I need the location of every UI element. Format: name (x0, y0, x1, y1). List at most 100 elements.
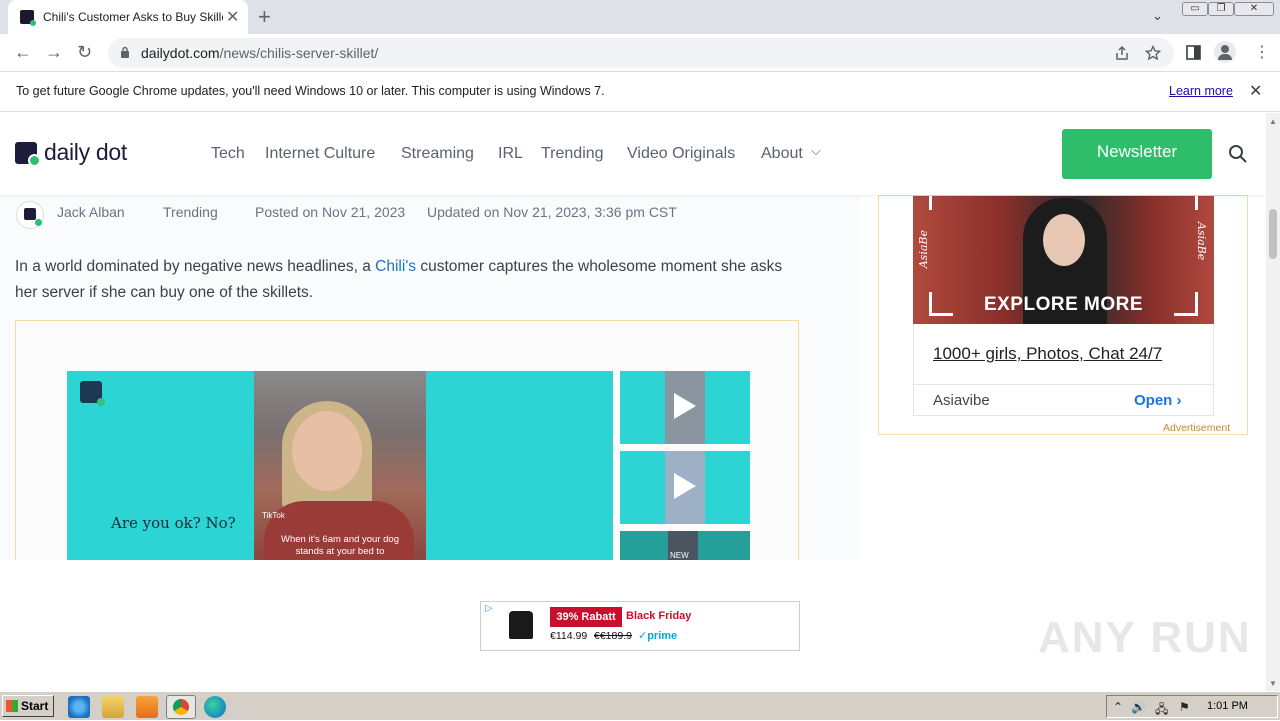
author-avatar[interactable] (16, 201, 44, 229)
ad-face (1043, 214, 1085, 266)
dailydot-favicon-icon (20, 10, 36, 26)
ad-headline[interactable]: 1000+ girls, Photos, Chat 24/7 (933, 344, 1162, 364)
media-player-icon[interactable] (136, 696, 158, 718)
scroll-down-icon[interactable]: ▼ (1269, 679, 1277, 688)
nav-internet-culture[interactable]: Internet Culture (265, 145, 375, 163)
tab-strip: Chili's Customer Asks to Buy Skillet A ✕… (0, 0, 1280, 34)
black-friday-label: Black Friday (626, 610, 692, 622)
reload-icon[interactable]: ↻ (77, 42, 92, 63)
category-link[interactable]: Trending (163, 204, 218, 220)
adchoices-icon[interactable]: ▷ (485, 603, 493, 614)
page-scrollbar[interactable]: ▲ ▼ (1266, 113, 1280, 691)
tab-close-icon[interactable]: ✕ (226, 7, 239, 27)
site-logo-text[interactable]: daily dot (44, 139, 127, 166)
new-tab-icon[interactable]: + (258, 4, 271, 30)
chilis-link[interactable]: Chili's (375, 258, 416, 275)
lede-text-1: In a world dominated by negative news he… (15, 258, 376, 275)
web-page: daily dot Tech Internet Culture Streamin… (0, 113, 1266, 691)
sale-price: €114.99 (550, 630, 588, 642)
nav-irl[interactable]: IRL (498, 145, 523, 163)
frame-corner (929, 196, 953, 210)
tab-title: Chili's Customer Asks to Buy Skillet A (43, 10, 223, 24)
playlist-thumb-1[interactable] (620, 371, 750, 444)
prime-logo: ✓prime (638, 630, 678, 642)
profile-icon[interactable] (1214, 41, 1236, 63)
nav-streaming[interactable]: Streaming (401, 145, 474, 163)
address-bar[interactable]: dailydot.com/news/chilis-server-skillet/ (108, 38, 1174, 68)
ad-advertiser: Asiavibe (933, 392, 990, 409)
chevron-right-icon: › (1176, 392, 1182, 409)
ad-open-button[interactable]: Open › (1134, 392, 1182, 409)
url-host: dailydot.com (141, 45, 220, 61)
browser-toolbar: ← → ↻ dailydot.com/news/chilis-server-sk… (0, 34, 1280, 72)
system-tray: ⌃ 🔊 🖧 ⚑ 1:01 PM (1106, 695, 1278, 718)
play-icon (674, 393, 696, 419)
browser-tab[interactable]: Chili's Customer Asks to Buy Skillet A ✕ (8, 0, 248, 34)
updated-date: Updated on Nov 21, 2023, 3:36 pm CST (427, 204, 677, 220)
forward-icon[interactable]: → (45, 42, 63, 63)
maximize-icon[interactable]: ❐ (1208, 2, 1234, 16)
air-fryer-image (509, 611, 533, 639)
banner-ad[interactable]: ▷ 39% Rabatt Black Friday €114.99 €€189.… (480, 601, 800, 651)
sidebar-ad[interactable]: AsiaBe AsiaBe EXPLORE MORE 1000+ girls, … (878, 195, 1248, 435)
window-close-icon[interactable]: ✕ (1234, 2, 1274, 16)
posted-date: Posted on Nov 21, 2023 (255, 204, 406, 220)
chrome-taskbar-button[interactable] (166, 695, 196, 719)
chrome-icon (173, 699, 189, 715)
infobar-message: To get future Google Chrome updates, you… (16, 84, 605, 98)
dailydot-logo-icon[interactable] (15, 142, 41, 167)
volume-icon[interactable]: 🔊 (1131, 700, 1146, 714)
video-caption: Are you ok? No? (111, 514, 236, 532)
tiktok-label: TikTok (262, 511, 285, 520)
clock[interactable]: 1:01 PM (1207, 700, 1248, 712)
playlist-thumb-2[interactable] (620, 451, 750, 524)
play-icon (674, 473, 696, 499)
update-infobar: To get future Google Chrome updates, you… (0, 72, 1280, 112)
old-price: €€189.9 (594, 630, 632, 642)
edge-icon[interactable] (204, 696, 226, 718)
start-button[interactable]: Start (2, 695, 54, 717)
ad-image[interactable]: AsiaBe AsiaBe EXPLORE MORE (913, 196, 1214, 324)
ad-card[interactable]: 1000+ girls, Photos, Chat 24/7 Asiavibe … (913, 324, 1214, 416)
star-icon[interactable] (1145, 45, 1161, 61)
back-icon[interactable]: ← (14, 42, 32, 63)
menu-icon[interactable]: ⋮ (1254, 42, 1270, 62)
nav-trending[interactable]: Trending (541, 145, 604, 163)
advertisement-label: Advertisement (1163, 422, 1231, 434)
newsletter-button[interactable]: Newsletter (1062, 129, 1212, 179)
minimize-icon[interactable]: ▭ (1182, 2, 1208, 16)
chevron-down-icon[interactable]: ⌵ (811, 143, 821, 159)
lock-icon (121, 46, 129, 58)
show-hidden-icons-icon[interactable]: ⌃ (1113, 700, 1123, 714)
search-icon[interactable] (1228, 144, 1248, 164)
ad-brand-left: AsiaBe (917, 230, 930, 269)
video-player[interactable]: Are you ok? No? TikTok When it's 6am and… (67, 371, 613, 571)
frame-corner (1174, 196, 1198, 210)
article-lede: In a world dominated by negative news he… (15, 254, 805, 306)
url-text: dailydot.com/news/chilis-server-skillet/ (141, 45, 378, 61)
nav-tech[interactable]: Tech (211, 145, 245, 163)
ad-brand-right: AsiaBe (1195, 222, 1208, 261)
nav-about[interactable]: About (761, 145, 803, 163)
tab-search-icon[interactable]: ⌄ (1152, 8, 1163, 24)
share-icon[interactable] (1114, 45, 1130, 61)
learn-more-link[interactable]: Learn more (1169, 84, 1233, 98)
scroll-up-icon[interactable]: ▲ (1269, 117, 1277, 126)
discount-badge: 39% Rabatt (550, 607, 622, 627)
ad-explore-text: EXPLORE MORE (983, 294, 1144, 315)
anyrun-watermark: ANY RUN (1038, 613, 1252, 662)
ad-open-label: Open (1134, 392, 1173, 409)
ie-icon[interactable] (68, 696, 90, 718)
explorer-icon[interactable] (102, 696, 124, 718)
nav-video-originals[interactable]: Video Originals (627, 145, 735, 163)
scroll-thumb[interactable] (1269, 209, 1277, 259)
video-frame: TikTok When it's 6am and your dog stands… (254, 371, 426, 571)
site-header: daily dot Tech Internet Culture Streamin… (0, 113, 1266, 195)
infobar-close-icon[interactable]: ✕ (1249, 81, 1262, 101)
author-name[interactable]: Jack Alban (57, 204, 125, 220)
action-center-icon[interactable]: ⚑ (1179, 700, 1190, 714)
video-subtitle: When it's 6am and your dog stands at you… (281, 534, 399, 557)
bottom-ad-strip: ▷ 39% Rabatt Black Friday €114.99 €€189.… (0, 560, 1266, 691)
sidepanel-icon[interactable] (1186, 45, 1201, 60)
network-icon[interactable]: 🖧 (1155, 700, 1168, 721)
